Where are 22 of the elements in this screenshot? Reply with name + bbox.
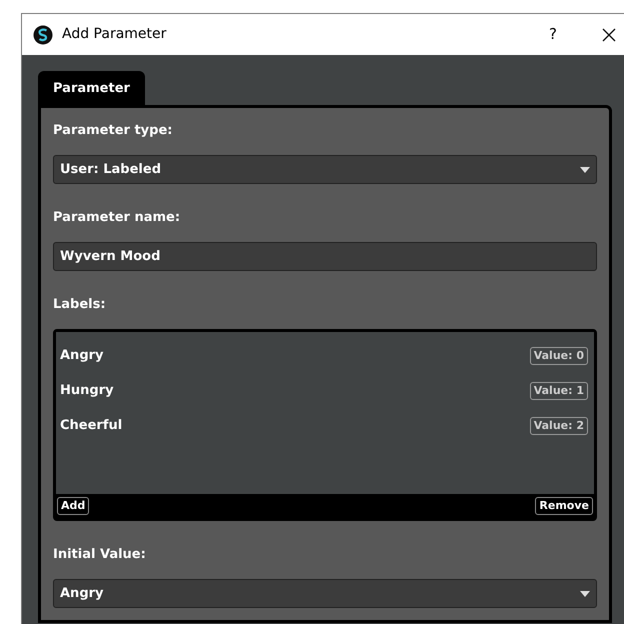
dropdown[interactable]: Angry xyxy=(53,579,597,608)
text-field[interactable]: Wyvern Mood xyxy=(53,242,597,271)
caret-icon xyxy=(580,590,590,596)
help-button[interactable]: ? xyxy=(549,23,557,46)
window-title: Add Parameter xyxy=(62,25,166,44)
value-badge: Value: 2 xyxy=(530,416,588,434)
list-button[interactable]: Remove xyxy=(535,497,593,515)
list-item[interactable]: Cheerful xyxy=(60,416,122,436)
close-icon[interactable] xyxy=(602,28,616,42)
field-label: Initial Value: xyxy=(53,546,147,564)
list-button[interactable]: Add xyxy=(57,497,90,515)
field-label: Parameter type: xyxy=(53,122,174,140)
dropdown[interactable]: User: Labeled xyxy=(53,155,597,184)
app-logo-icon xyxy=(33,24,53,44)
caret-icon xyxy=(580,166,590,172)
tab[interactable]: Parameter xyxy=(38,71,145,106)
value-badge: Value: 1 xyxy=(530,382,588,400)
field-label: Parameter name: xyxy=(53,209,182,227)
list-item[interactable]: Angry xyxy=(60,346,104,366)
value-badge: Value: 0 xyxy=(530,346,588,364)
list-item[interactable]: Hungry xyxy=(60,380,114,400)
field-label: Labels: xyxy=(53,296,107,314)
